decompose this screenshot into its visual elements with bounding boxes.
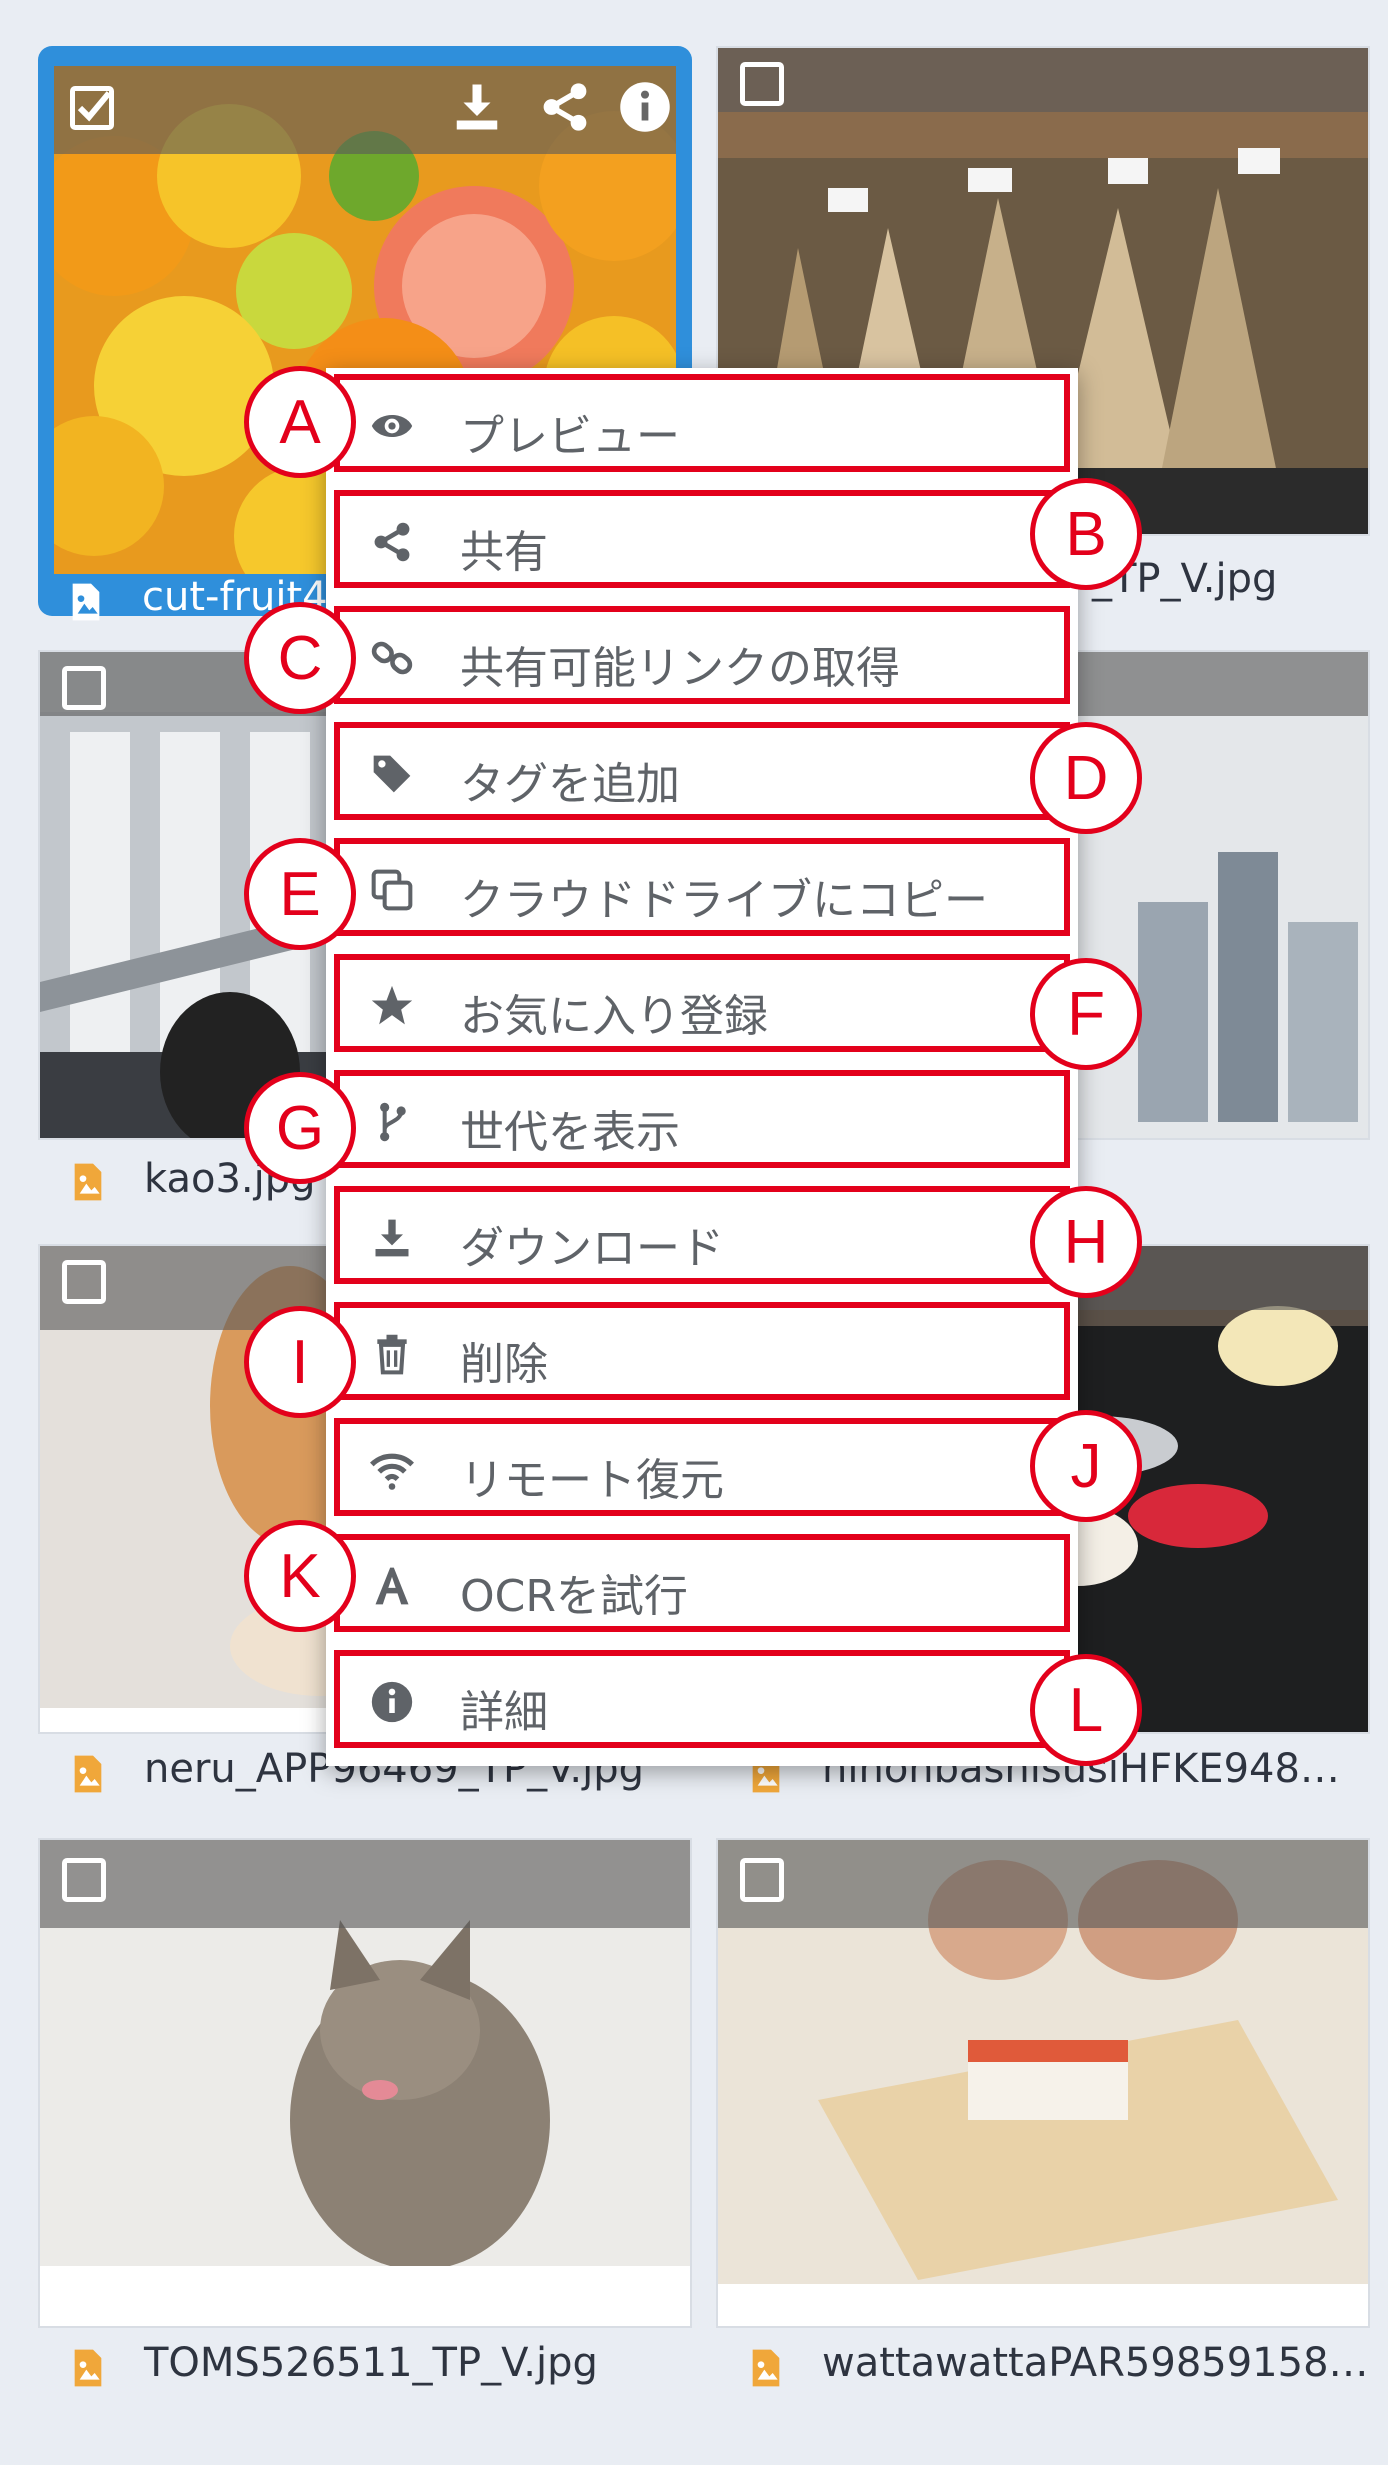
menu-item-download[interactable]: ダウンロード — [334, 1186, 1070, 1284]
share-icon — [374, 522, 410, 562]
branch-icon — [380, 1102, 406, 1142]
annotation-badge-e: E — [244, 838, 356, 950]
menu-item-ocr[interactable]: OCRを試行 — [334, 1534, 1070, 1632]
menu-item-label: 世代を表示 — [460, 1107, 680, 1158]
menu-item-label: リモート復元 — [460, 1455, 724, 1506]
tag-icon — [373, 755, 411, 793]
menu-item-favorite[interactable]: お気に入り登録 — [334, 954, 1070, 1052]
select-checkbox[interactable] — [62, 1858, 106, 1902]
menu-item-preview[interactable]: プレビュー — [334, 374, 1070, 472]
menu-item-share[interactable]: 共有 — [334, 490, 1070, 588]
share-icon[interactable] — [538, 80, 592, 134]
file-tile[interactable]: TOMS526511_TP_V.jpg — [38, 1838, 692, 2387]
menu-item-delete[interactable]: 削除 — [334, 1302, 1070, 1400]
download-icon — [375, 1219, 409, 1257]
context-menu: プレビュー 共有 共有可能リンクの取得 タグを追加 クラウドドライブにコピー お… — [326, 368, 1078, 1766]
menu-item-details[interactable]: 詳細 — [334, 1650, 1070, 1748]
annotation-badge-f: F — [1030, 958, 1142, 1070]
menu-item-label: ダウンロード — [460, 1223, 724, 1274]
checkmark-icon — [77, 91, 112, 122]
eye-icon — [371, 415, 413, 437]
menu-item-label: OCRを試行 — [460, 1571, 688, 1622]
select-checkbox[interactable] — [62, 1260, 106, 1304]
menu-item-label: お気に入り登録 — [460, 991, 768, 1042]
thumbnail-toolbar — [718, 48, 1368, 112]
image-file-icon — [74, 1163, 102, 1201]
annotation-badge-b: B — [1030, 478, 1142, 590]
menu-item-label: 共有可能リンクの取得 — [460, 643, 900, 694]
annotation-badge-l: L — [1030, 1654, 1142, 1766]
menu-item-show-versions[interactable]: 世代を表示 — [334, 1070, 1070, 1168]
image-file-icon — [752, 2349, 780, 2387]
image-file-icon — [74, 1755, 102, 1793]
star-icon — [371, 985, 413, 1025]
annotation-badge-a: A — [244, 366, 356, 478]
trash-icon — [377, 1334, 407, 1375]
menu-item-label: 削除 — [460, 1339, 548, 1390]
info-icon — [371, 1681, 413, 1723]
wifi-icon — [370, 1453, 414, 1490]
select-checkbox[interactable] — [62, 666, 106, 710]
menu-item-label: クラウドドライブにコピー — [460, 875, 988, 926]
info-icon[interactable] — [618, 80, 672, 134]
annotation-badge-d: D — [1030, 722, 1142, 834]
image-file-icon — [74, 2349, 102, 2387]
menu-item-remote-restore[interactable]: リモート復元 — [334, 1418, 1070, 1516]
select-checkbox[interactable] — [740, 62, 784, 106]
thumbnail-toolbar — [40, 1840, 690, 1928]
file-name[interactable]: TOMS526511_TP_V.jpg — [144, 2340, 598, 2386]
menu-item-label: 詳細 — [460, 1687, 548, 1738]
file-name[interactable]: wattawattaPAR59859158… — [822, 2340, 1369, 2386]
menu-item-label: 共有 — [460, 527, 548, 578]
menu-item-add-tag[interactable]: タグを追加 — [334, 722, 1070, 820]
thumbnail-toolbar — [718, 1840, 1368, 1928]
link-icon — [371, 641, 413, 675]
ocr-icon — [375, 1567, 409, 1605]
image-file-icon — [72, 583, 100, 621]
copy-icon — [371, 869, 413, 911]
annotation-badge-h: H — [1030, 1186, 1142, 1298]
file-tile[interactable]: wattawattaPAR59859158… — [716, 1838, 1370, 2387]
menu-item-copy-to-cloud[interactable]: クラウドドライブにコピー — [334, 838, 1070, 936]
selected-checkbox[interactable] — [70, 86, 114, 130]
annotation-badge-g: G — [244, 1072, 356, 1184]
annotation-badge-i: I — [244, 1306, 356, 1418]
thumbnail-sushi-roll — [718, 1840, 1368, 2284]
annotation-badge-j: J — [1030, 1410, 1142, 1522]
menu-item-get-link[interactable]: 共有可能リンクの取得 — [334, 606, 1070, 704]
annotation-badge-k: K — [244, 1520, 356, 1632]
thumbnail-kitten — [40, 1840, 690, 2266]
select-checkbox[interactable] — [740, 1858, 784, 1902]
download-icon[interactable] — [450, 80, 504, 134]
annotation-badge-c: C — [244, 602, 356, 714]
menu-item-label: タグを追加 — [460, 759, 680, 810]
menu-item-label: プレビュー — [460, 411, 680, 462]
